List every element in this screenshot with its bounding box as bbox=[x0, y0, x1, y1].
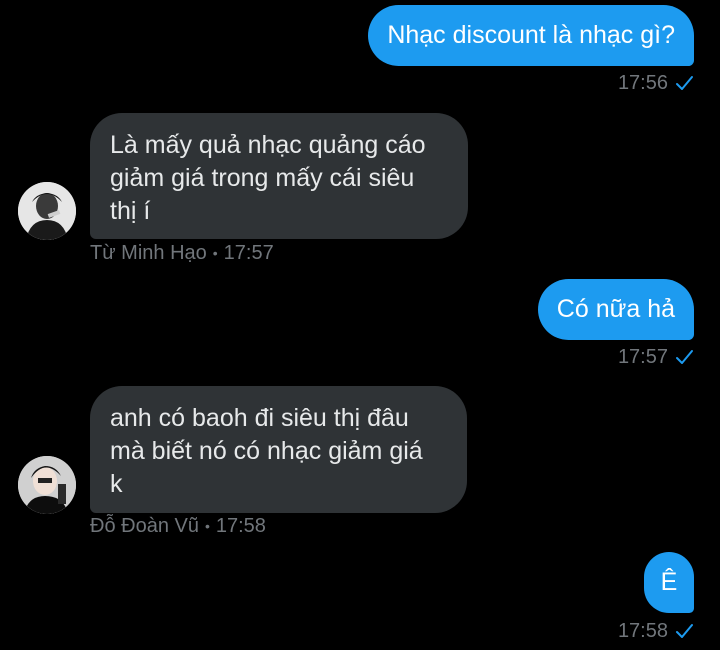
message-bubble-incoming[interactable]: anh có baoh đi siêu thị đâu mà biết nó c… bbox=[90, 386, 467, 513]
message-time: 17:57 bbox=[617, 346, 668, 368]
message-meta: 17:56 bbox=[618, 71, 694, 95]
separator-dot: • bbox=[212, 245, 218, 261]
message-meta: Đỗ Đoàn Vũ • 17:58 bbox=[90, 514, 266, 538]
message-time: 17:58 bbox=[617, 620, 668, 642]
message-bubble-outgoing[interactable]: Ê bbox=[644, 552, 694, 613]
checkmark-icon bbox=[676, 350, 693, 364]
message-bubble-incoming[interactable]: Là mấy quả nhạc quảng cáo giảm giá trong… bbox=[90, 113, 468, 239]
avatar[interactable] bbox=[18, 182, 76, 240]
sender-name[interactable]: Từ Minh Hạo bbox=[90, 241, 207, 265]
avatar-photo bbox=[18, 182, 76, 240]
message-time: 17:58 bbox=[215, 515, 266, 537]
checkmark-icon bbox=[676, 76, 693, 90]
message-meta: 17:58 bbox=[618, 619, 694, 643]
checkmark-icon bbox=[676, 624, 693, 638]
avatar[interactable] bbox=[18, 456, 76, 514]
message-meta: Từ Minh Hạo • 17:57 bbox=[90, 241, 274, 265]
avatar-photo bbox=[18, 456, 76, 514]
message-bubble-outgoing[interactable]: Nhạc discount là nhạc gì? bbox=[368, 5, 694, 66]
message-meta: 17:57 bbox=[618, 345, 694, 369]
message-time: 17:57 bbox=[223, 242, 274, 264]
message-bubble-outgoing[interactable]: Có nữa hả bbox=[537, 279, 694, 340]
sender-name[interactable]: Đỗ Đoàn Vũ bbox=[90, 514, 199, 538]
separator-dot: • bbox=[204, 518, 210, 534]
message-time: 17:56 bbox=[617, 72, 668, 94]
chat-thread: Nhạc discount là nhạc gì? 17:56 Là mấy q… bbox=[0, 0, 720, 650]
